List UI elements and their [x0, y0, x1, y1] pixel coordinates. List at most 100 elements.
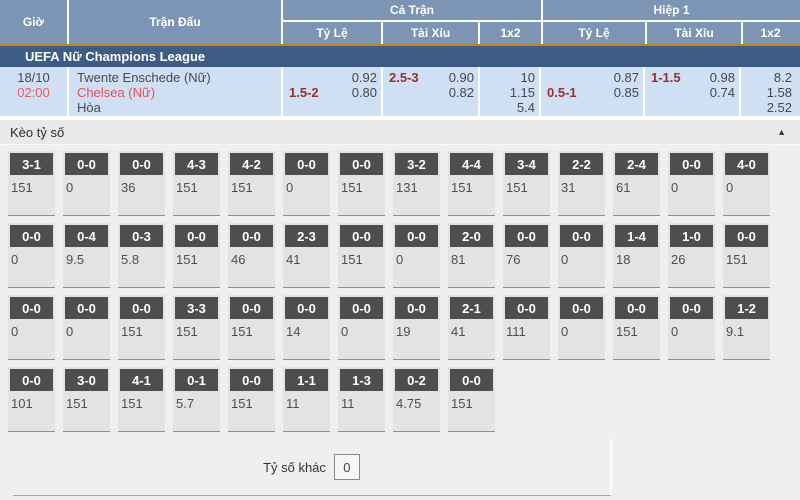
score-label: 2-4: [615, 153, 658, 175]
score-cell[interactable]: 1-418: [613, 223, 660, 288]
score-label: 0-0: [450, 369, 493, 391]
score-cell[interactable]: 2-341: [283, 223, 330, 288]
half-under-odds[interactable]: 0.74: [710, 85, 735, 100]
score-cell[interactable]: 1-29.1: [723, 295, 770, 360]
match-row: 18/10 02:00 Twente Enschede (Nữ) Chelsea…: [0, 67, 800, 116]
score-cell[interactable]: 0-00: [63, 151, 110, 216]
half-handicap-cell[interactable]: 0.87 0.5-1 0.85: [541, 67, 645, 116]
match-date: 18/10: [0, 70, 67, 85]
score-cell[interactable]: 3-0151: [63, 367, 110, 432]
half-handicap-home-odds[interactable]: 0.87: [614, 70, 639, 85]
score-cell[interactable]: 0-014: [283, 295, 330, 360]
half-handicap-away-odds[interactable]: 0.85: [614, 85, 639, 100]
score-cell[interactable]: 0-036: [118, 151, 165, 216]
full-handicap-cell[interactable]: 0.92 1.5-20.80: [283, 67, 383, 116]
score-cell[interactable]: 4-00: [723, 151, 770, 216]
score-odds: 46: [228, 247, 275, 267]
score-label: 0-0: [615, 297, 658, 319]
score-odds: 81: [448, 247, 495, 267]
score-cell[interactable]: 0-00: [283, 151, 330, 216]
score-label: 4-0: [725, 153, 768, 175]
score-cell[interactable]: 3-1151: [8, 151, 55, 216]
full-1x2-away-odds[interactable]: 1.15: [510, 85, 535, 100]
score-cell[interactable]: 4-4151: [448, 151, 495, 216]
full-overunder-cell[interactable]: 2.5-3 0.90 0.82: [383, 67, 480, 116]
score-cell[interactable]: 0-0151: [228, 295, 275, 360]
score-cell[interactable]: 3-3151: [173, 295, 220, 360]
score-odds: 5.7: [173, 391, 220, 411]
score-odds: 9.1: [723, 319, 770, 339]
collapse-icon[interactable]: ▲: [777, 120, 786, 145]
half-1x2-cell[interactable]: 8.2 1.58 2.52: [741, 67, 796, 116]
score-cell[interactable]: 0-0101: [8, 367, 55, 432]
score-label: 0-0: [230, 297, 273, 319]
score-odds: 36: [118, 175, 165, 195]
score-cell[interactable]: 3-4151: [503, 151, 550, 216]
score-cell[interactable]: 0-00: [558, 295, 605, 360]
score-cell[interactable]: 0-076: [503, 223, 550, 288]
score-odds: 151: [448, 391, 495, 411]
score-label: 3-4: [505, 153, 548, 175]
score-cell[interactable]: 0-046: [228, 223, 275, 288]
score-cell[interactable]: 0-00: [668, 295, 715, 360]
score-cell[interactable]: 1-311: [338, 367, 385, 432]
score-cell[interactable]: 0-24.75: [393, 367, 440, 432]
score-cell[interactable]: 0-0151: [118, 295, 165, 360]
score-cell[interactable]: 0-49.5: [63, 223, 110, 288]
score-cell[interactable]: 4-1151: [118, 367, 165, 432]
score-odds: 101: [8, 391, 55, 411]
score-label: 0-0: [395, 297, 438, 319]
score-cell[interactable]: 0-00: [8, 223, 55, 288]
score-cell[interactable]: 1-111: [283, 367, 330, 432]
score-cell[interactable]: 0-00: [63, 295, 110, 360]
score-cell[interactable]: 0-00: [393, 223, 440, 288]
score-cell[interactable]: 2-081: [448, 223, 495, 288]
score-label: 2-0: [450, 225, 493, 247]
score-cell[interactable]: 0-0151: [173, 223, 220, 288]
score-cell[interactable]: 0-0151: [723, 223, 770, 288]
score-cell[interactable]: 2-231: [558, 151, 605, 216]
half-1x2-draw-odds[interactable]: 2.52: [767, 100, 792, 115]
column-group-full-match: Cả Trận Tỷ Lệ Tài Xỉu 1x2: [283, 0, 543, 44]
correct-score-section: Kèo tỷ số ▲ 3-11510-000-0364-31514-21510…: [0, 120, 800, 500]
score-odds: 151: [448, 175, 495, 195]
score-cell[interactable]: 0-019: [393, 295, 440, 360]
full-over-odds[interactable]: 0.90: [449, 70, 474, 85]
full-handicap-home-odds[interactable]: 0.92: [352, 70, 377, 85]
score-cell[interactable]: 4-3151: [173, 151, 220, 216]
score-cell[interactable]: 0-0151: [338, 151, 385, 216]
score-cell[interactable]: 0-00: [338, 295, 385, 360]
score-cell[interactable]: 1-026: [668, 223, 715, 288]
other-score-input[interactable]: 0: [334, 454, 360, 480]
score-cell[interactable]: 0-0111: [503, 295, 550, 360]
score-cell[interactable]: 0-00: [8, 295, 55, 360]
score-cell[interactable]: 0-00: [668, 151, 715, 216]
score-cell[interactable]: 0-0151: [338, 223, 385, 288]
score-cell[interactable]: 0-0151: [613, 295, 660, 360]
correct-score-header[interactable]: Kèo tỷ số ▲: [0, 120, 800, 145]
full-1x2-cell[interactable]: 10 1.15 5.4: [480, 67, 541, 116]
full-overunder-line: 2.5-3: [389, 70, 419, 85]
score-cell[interactable]: 0-15.7: [173, 367, 220, 432]
score-cell[interactable]: 2-141: [448, 295, 495, 360]
half-1x2-away-odds[interactable]: 1.58: [767, 85, 792, 100]
score-cell[interactable]: 4-2151: [228, 151, 275, 216]
score-label: 0-0: [10, 225, 53, 247]
half-1x2-home-odds[interactable]: 8.2: [774, 70, 792, 85]
full-handicap-away-odds[interactable]: 0.80: [352, 85, 377, 100]
score-cell[interactable]: 0-0151: [228, 367, 275, 432]
score-cell[interactable]: 0-0151: [448, 367, 495, 432]
half-handicap-line: 0.5-1: [547, 85, 577, 100]
score-row: 0-000-000-01513-31510-01510-0140-000-019…: [8, 295, 800, 360]
half-over-odds[interactable]: 0.98: [710, 70, 735, 85]
score-cell[interactable]: 3-2131: [393, 151, 440, 216]
score-cell[interactable]: 0-35.8: [118, 223, 165, 288]
half-overunder-cell[interactable]: 1-1.50.98 0.74: [645, 67, 741, 116]
score-label: 0-0: [395, 225, 438, 247]
score-cell[interactable]: 0-00: [558, 223, 605, 288]
score-cell[interactable]: 2-461: [613, 151, 660, 216]
score-label: 3-1: [10, 153, 53, 175]
full-1x2-home-odds[interactable]: 10: [521, 70, 535, 85]
full-under-odds[interactable]: 0.82: [449, 85, 474, 100]
full-1x2-draw-odds[interactable]: 5.4: [517, 100, 535, 115]
